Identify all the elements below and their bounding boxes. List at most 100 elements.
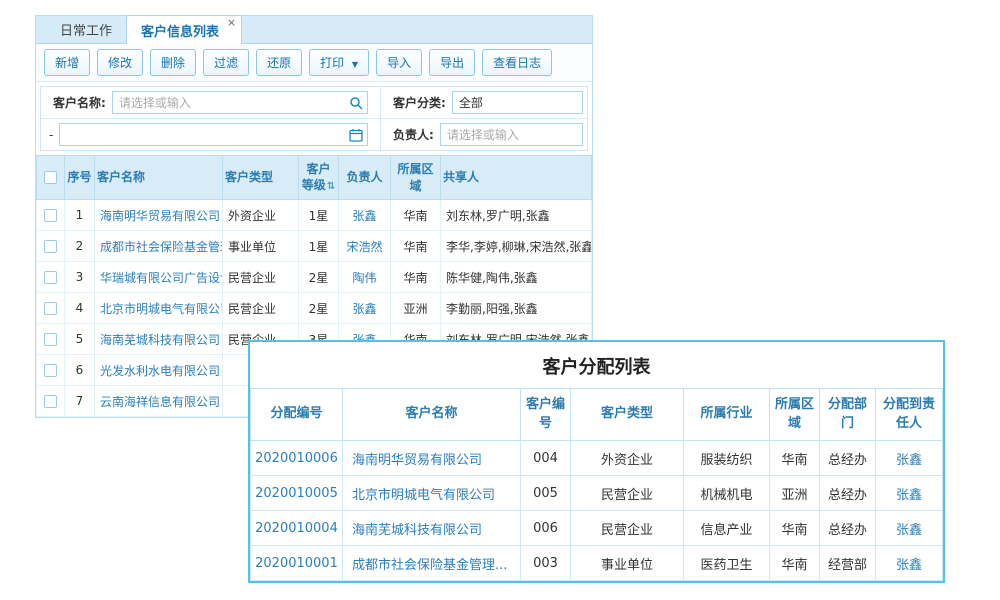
date-input[interactable]: [59, 123, 368, 146]
owner-link[interactable]: 宋浩然: [346, 240, 382, 254]
col-header-name[interactable]: 客户名称: [95, 156, 223, 200]
allocation-row[interactable]: 2020010004 海南芜城科技有限公司 006 民营企业 信息产业 华南 总…: [251, 511, 943, 546]
import-button[interactable]: 导入: [376, 49, 422, 76]
cell-no: 2: [65, 231, 95, 262]
cell-no: 4: [65, 293, 95, 324]
tab-daily-work[interactable]: 日常工作: [46, 15, 126, 43]
owner-link[interactable]: 陶伟: [352, 271, 376, 285]
table-row[interactable]: 3 华瑞城有限公司广告设计部 民营企业 2星 陶伟 华南 陈华健,陶伟,张鑫: [37, 262, 592, 293]
allocation-header-row: 分配编号 客户名称 客户编号 客户类型 所属行业 所属区域 分配部门 分配到责任…: [251, 389, 943, 441]
customer-name-link[interactable]: 海南明华贸易有限公司: [100, 209, 220, 223]
customer-name-filter: 客户名称:: [41, 87, 381, 119]
owner-link[interactable]: 张鑫: [352, 302, 376, 316]
customer-name-input[interactable]: [112, 91, 368, 114]
owner-input[interactable]: [440, 123, 583, 146]
row-checkbox[interactable]: [44, 209, 57, 222]
print-button[interactable]: 打印 ▼: [309, 49, 369, 76]
delete-button[interactable]: 删除: [150, 49, 196, 76]
cell-no: 7: [65, 386, 95, 417]
col-header-no[interactable]: 序号: [65, 156, 95, 200]
cell-region: 华南: [391, 200, 441, 231]
customer-category-filter: 客户分类:: [381, 87, 587, 119]
col-header-region: 所属区域: [770, 389, 820, 441]
restore-button[interactable]: 还原: [256, 49, 302, 76]
select-all-checkbox[interactable]: [44, 171, 57, 184]
row-checkbox[interactable]: [44, 302, 57, 315]
cell-industry: 机械机电: [684, 476, 770, 511]
page-title: 客户分配列表: [250, 342, 943, 388]
edit-button[interactable]: 修改: [97, 49, 143, 76]
cell-type: 民营企业: [223, 293, 299, 324]
assignee-link[interactable]: 张鑫: [896, 523, 922, 538]
filter-button[interactable]: 过滤: [203, 49, 249, 76]
cell-level: 1星: [299, 200, 339, 231]
assignee-link[interactable]: 张鑫: [896, 488, 922, 503]
row-checkbox[interactable]: [44, 240, 57, 253]
col-header-owner[interactable]: 负责人: [339, 156, 391, 200]
allocation-no-link[interactable]: 2020010004: [255, 521, 338, 536]
cell-shared: 陈华健,陶伟,张鑫: [441, 262, 592, 293]
cell-industry: 信息产业: [684, 511, 770, 546]
row-checkbox[interactable]: [44, 333, 57, 346]
calendar-icon[interactable]: [349, 128, 363, 142]
customer-name-link[interactable]: 海南明华贸易有限公司: [352, 453, 482, 468]
allocation-row[interactable]: 2020010001 成都市社会保险基金管理... 003 事业单位 医药卫生 …: [251, 546, 943, 581]
cell-cust-no: 004: [521, 441, 571, 476]
col-header-shared[interactable]: 共享人: [441, 156, 592, 200]
cell-type: 事业单位: [571, 546, 684, 581]
row-checkbox[interactable]: [44, 271, 57, 284]
cell-cust-no: 006: [521, 511, 571, 546]
col-header-industry: 所属行业: [684, 389, 770, 441]
row-checkbox[interactable]: [44, 364, 57, 377]
row-checkbox[interactable]: [44, 395, 57, 408]
category-select[interactable]: [452, 91, 583, 114]
cell-type: 民营企业: [223, 262, 299, 293]
col-header-type[interactable]: 客户类型: [223, 156, 299, 200]
allocation-no-link[interactable]: 2020010006: [255, 451, 338, 466]
customer-name-link[interactable]: 光发水利水电有限公司: [100, 364, 220, 378]
cell-no: 5: [65, 324, 95, 355]
view-log-button[interactable]: 查看日志: [482, 49, 552, 76]
cell-type: 事业单位: [223, 231, 299, 262]
col-header-region[interactable]: 所属区域: [391, 156, 441, 200]
customer-name-link[interactable]: 成都市社会保险基金管理...: [352, 558, 507, 573]
cell-region: 华南: [770, 511, 820, 546]
col-header-assignee: 分配到责任人: [876, 389, 943, 441]
search-icon[interactable]: [349, 96, 363, 110]
customer-name-link[interactable]: 海南芜城科技有限公司: [100, 333, 220, 347]
owner-filter: 负责人:: [381, 119, 587, 150]
cell-type: 民营企业: [571, 511, 684, 546]
assignee-link[interactable]: 张鑫: [896, 453, 922, 468]
col-header-level[interactable]: 客户等级⇅: [299, 156, 339, 200]
owner-label: 负责人:: [393, 126, 434, 143]
cell-shared: 李勤丽,阳强,张鑫: [441, 293, 592, 324]
customer-name-link[interactable]: 北京市明城电气有限公司: [100, 302, 223, 316]
assignee-link[interactable]: 张鑫: [896, 558, 922, 573]
allocation-row[interactable]: 2020010005 北京市明城电气有限公司 005 民营企业 机械机电 亚洲 …: [251, 476, 943, 511]
allocation-row[interactable]: 2020010006 海南明华贸易有限公司 004 外资企业 服装纺织 华南 总…: [251, 441, 943, 476]
toolbar: 新增 修改 删除 过滤 还原 打印 ▼ 导入 导出 查看日志: [36, 44, 592, 82]
col-header-dept: 分配部门: [820, 389, 876, 441]
customer-name-link[interactable]: 华瑞城有限公司广告设计部: [100, 271, 223, 285]
owner-link[interactable]: 张鑫: [352, 209, 376, 223]
allocation-no-link[interactable]: 2020010001: [255, 556, 338, 571]
table-row[interactable]: 1 海南明华贸易有限公司 外资企业 1星 张鑫 华南 刘东林,罗广明,张鑫: [37, 200, 592, 231]
table-row[interactable]: 2 成都市社会保险基金管理... 事业单位 1星 宋浩然 华南 李华,李婷,柳琳…: [37, 231, 592, 262]
cell-dept: 总经办: [820, 511, 876, 546]
cell-industry: 医药卫生: [684, 546, 770, 581]
add-button[interactable]: 新增: [44, 49, 90, 76]
customer-name-link[interactable]: 成都市社会保险基金管理...: [100, 240, 223, 254]
customer-name-link[interactable]: 云南海祥信息有限公司: [100, 395, 220, 409]
customer-name-link[interactable]: 北京市明城电气有限公司: [352, 488, 495, 503]
cell-type: 外资企业: [223, 200, 299, 231]
table-row[interactable]: 4 北京市明城电气有限公司 民营企业 2星 张鑫 亚洲 李勤丽,阳强,张鑫: [37, 293, 592, 324]
cell-region: 华南: [770, 441, 820, 476]
close-icon[interactable]: ×: [227, 16, 236, 29]
cell-level: 2星: [299, 262, 339, 293]
cell-region: 华南: [391, 262, 441, 293]
customer-name-link[interactable]: 海南芜城科技有限公司: [352, 523, 482, 538]
tab-customer-info-list[interactable]: 客户信息列表 ×: [126, 15, 242, 44]
sort-icon[interactable]: ⇅: [327, 181, 335, 192]
export-button[interactable]: 导出: [429, 49, 475, 76]
allocation-no-link[interactable]: 2020010005: [255, 486, 338, 501]
